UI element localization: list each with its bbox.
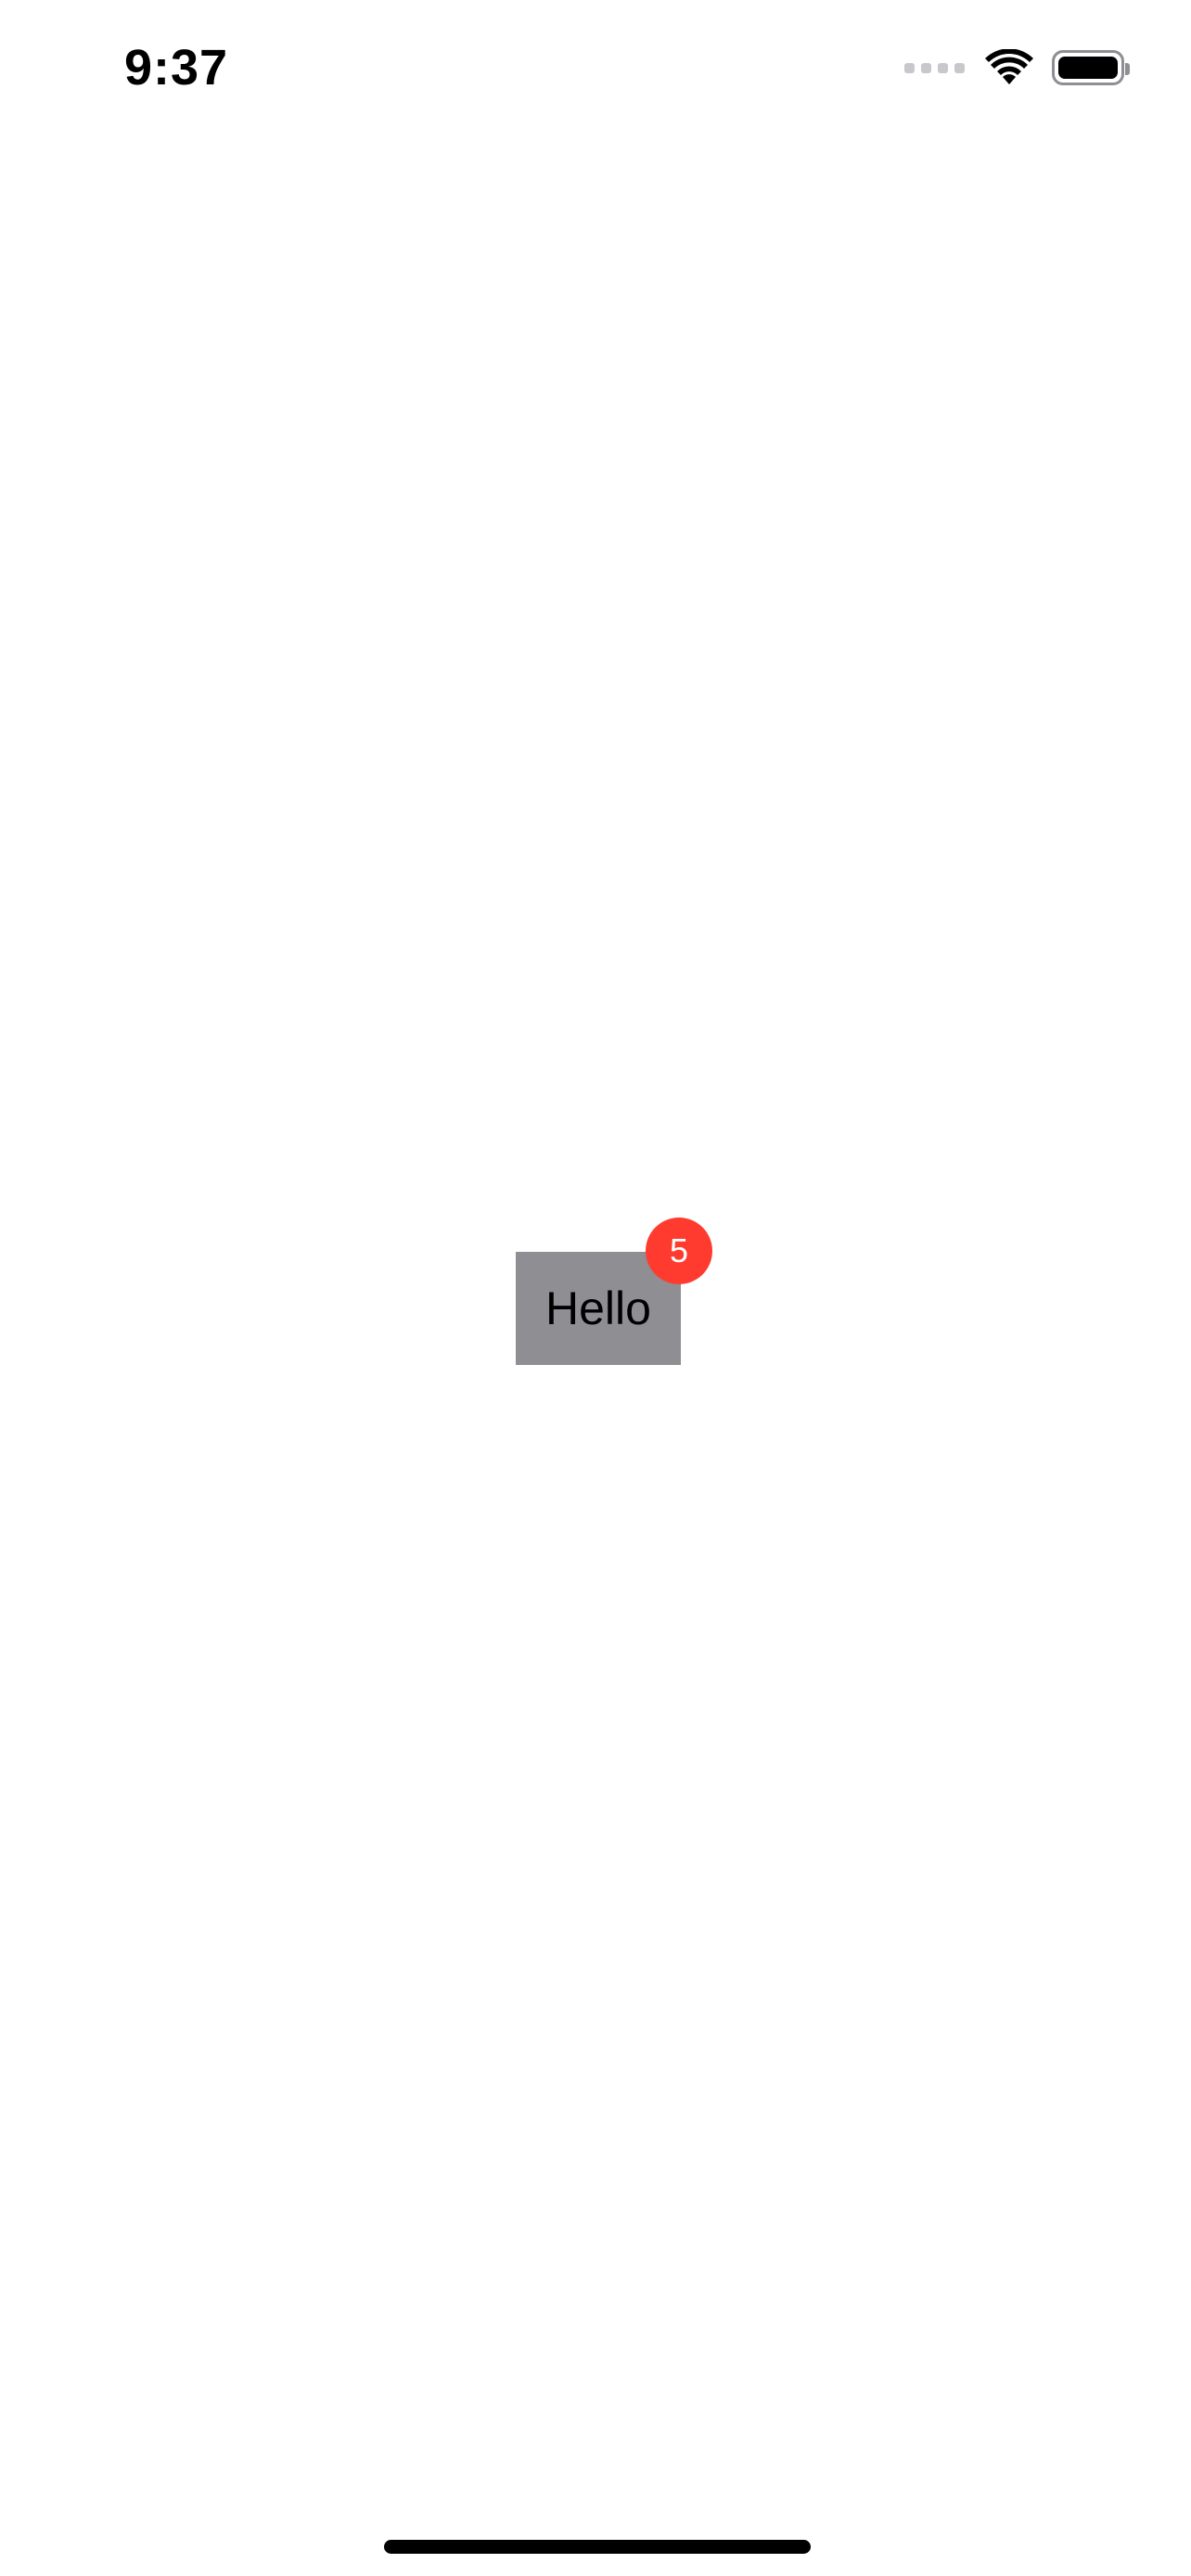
- app-screen: 9:37 Hello 5: [0, 0, 1191, 2576]
- cellular-signal-icon: [904, 62, 965, 73]
- notification-badge: 5: [646, 1218, 712, 1284]
- battery-cap: [1125, 63, 1130, 75]
- status-icons: [904, 46, 1130, 89]
- hello-button-label: Hello: [545, 1282, 651, 1334]
- home-indicator[interactable]: [384, 2540, 811, 2554]
- hello-button-container: Hello 5: [516, 1218, 712, 1365]
- status-time: 9:37: [124, 40, 229, 96]
- status-bar: 9:37: [0, 0, 1191, 130]
- wifi-icon: [985, 49, 1033, 84]
- battery-level: [1058, 57, 1118, 79]
- battery-icon: [1052, 50, 1130, 85]
